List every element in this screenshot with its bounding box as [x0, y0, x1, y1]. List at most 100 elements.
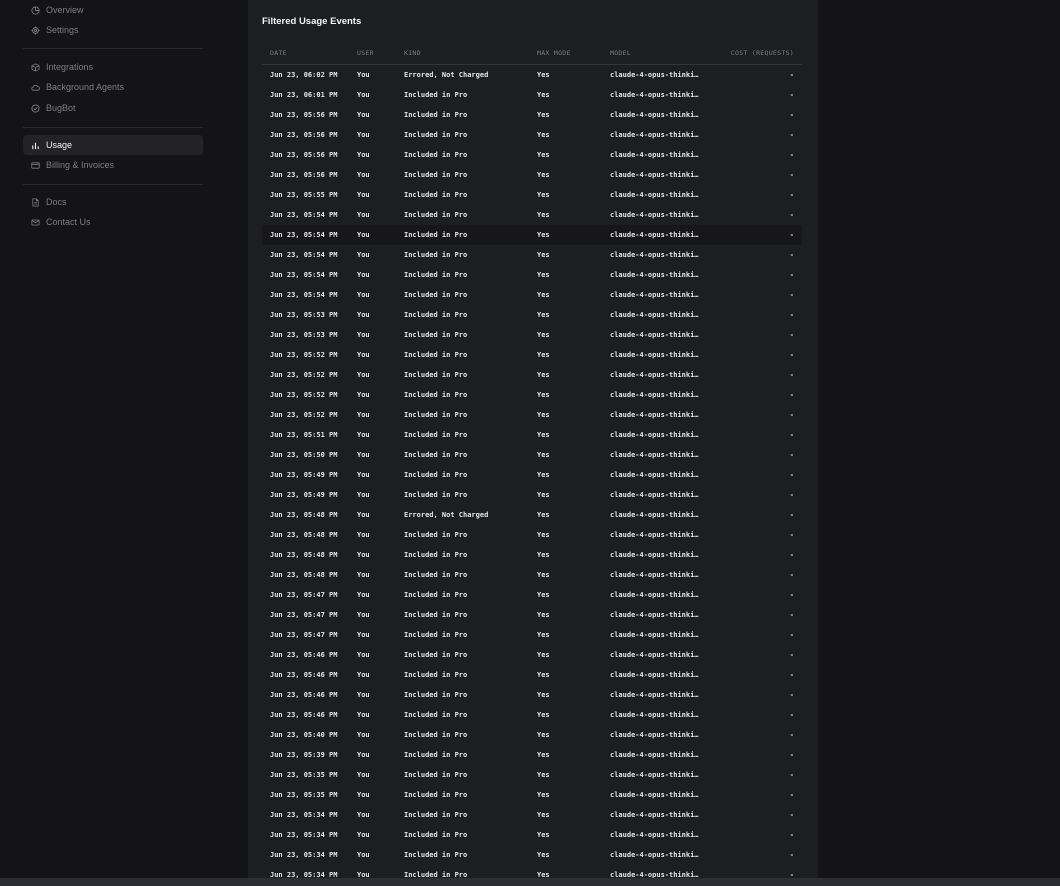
table-row[interactable]: Jun 23, 05:56 PM You Included in Pro Yes cla… — [262, 125, 802, 145]
table-row[interactable]: Jun 23, 05:46 PM You Included in Pro Yes cla… — [262, 665, 802, 685]
table-row[interactable]: Jun 23, 05:54 PM You Included in Pro Yes cla… — [262, 225, 802, 245]
table-row[interactable]: Jun 23, 05:35 PM You Included in Pro Yes cla… — [262, 785, 802, 805]
table-row[interactable]: Jun 23, 05:47 PM You Included in Pro Yes cla… — [262, 625, 802, 645]
table-row[interactable]: Jun 23, 05:48 PM You Errored, Not Charged Y… — [262, 505, 802, 525]
cell-user: You — [357, 271, 370, 279]
cell-cost: - — [789, 591, 794, 599]
table-row[interactable]: Jun 23, 05:50 PM You Included in Pro Yes cla… — [262, 445, 802, 465]
table-row[interactable]: Jun 23, 05:53 PM You Included in Pro Yes cla… — [262, 305, 802, 325]
table-row[interactable]: Jun 23, 05:40 PM You Included in Pro Yes cla… — [262, 725, 802, 745]
table-row[interactable]: Jun 23, 06:01 PM You Included in Pro Yes cla… — [262, 85, 802, 105]
table-row[interactable]: Jun 23, 05:34 PM You Included in Pro Yes cla… — [262, 825, 802, 845]
cell-max: Yes — [537, 611, 550, 619]
column-header-user[interactable]: USER — [357, 49, 374, 57]
cell-kind: Included in Pro — [404, 91, 468, 99]
cell-user: You — [357, 771, 370, 779]
cell-user: You — [357, 311, 370, 319]
cell-kind: Included in Pro — [404, 751, 468, 759]
table-row[interactable]: Jun 23, 05:49 PM You Included in Pro Yes cla… — [262, 465, 802, 485]
cell-model: claude-4-opus-thinking — [610, 91, 702, 99]
sidebar-item-integrations[interactable]: Integrations — [23, 57, 203, 77]
cell-date: Jun 23, 05:48 PM — [270, 551, 338, 559]
table-row[interactable]: Jun 23, 05:52 PM You Included in Pro Yes cla… — [262, 365, 802, 385]
sidebar-item-label: Docs — [46, 197, 67, 207]
sidebar-item-label: Integrations — [46, 62, 94, 72]
cell-kind: Included in Pro — [404, 351, 468, 359]
cell-cost: - — [789, 131, 794, 139]
table-row[interactable]: Jun 23, 05:49 PM You Included in Pro Yes cla… — [262, 485, 802, 505]
table-row[interactable]: Jun 23, 05:39 PM You Included in Pro Yes cla… — [262, 745, 802, 765]
sidebar-item-billing[interactable]: Billing & Invoices — [23, 155, 203, 175]
table-row[interactable]: Jun 23, 05:34 PM You Included in Pro Yes cla… — [262, 865, 802, 878]
table-row[interactable]: Jun 23, 05:55 PM You Included in Pro Yes cla… — [262, 185, 802, 205]
cell-kind: Included in Pro — [404, 531, 468, 539]
sidebar-item-usage[interactable]: Usage — [23, 135, 203, 155]
cell-cost: - — [789, 651, 794, 659]
cell-max: Yes — [537, 791, 550, 799]
sidebar-item-docs[interactable]: Docs — [23, 192, 203, 212]
cell-kind: Included in Pro — [404, 131, 468, 139]
cell-cost: - — [789, 531, 794, 539]
cell-kind: Included in Pro — [404, 591, 468, 599]
table-row[interactable]: Jun 23, 05:56 PM You Included in Pro Yes cla… — [262, 105, 802, 125]
table-row[interactable]: Jun 23, 05:56 PM You Included in Pro Yes cla… — [262, 165, 802, 185]
cell-kind: Included in Pro — [404, 311, 468, 319]
sidebar-item-label: Contact Us — [46, 217, 91, 227]
table-row[interactable]: Jun 23, 05:46 PM You Included in Pro Yes cla… — [262, 645, 802, 665]
table-row[interactable]: Jun 23, 05:56 PM You Included in Pro Yes cla… — [262, 145, 802, 165]
cell-user: You — [357, 171, 370, 179]
table-row[interactable]: Jun 23, 05:48 PM You Included in Pro Yes cla… — [262, 525, 802, 545]
cell-cost: - — [789, 251, 794, 259]
table-row[interactable]: Jun 23, 05:46 PM You Included in Pro Yes cla… — [262, 685, 802, 705]
cell-kind: Included in Pro — [404, 611, 468, 619]
cell-max: Yes — [537, 431, 550, 439]
sidebar-item-bugbot[interactable]: BugBot — [23, 98, 203, 118]
table-row[interactable]: Jun 23, 05:54 PM You Included in Pro Yes cla… — [262, 205, 802, 225]
cell-model: claude-4-opus-thinking — [610, 591, 702, 599]
table-header: DATE USER KIND MAX MODE MODEL COST (REQU… — [262, 44, 802, 65]
cell-date: Jun 23, 06:02 PM — [270, 71, 338, 79]
cell-date: Jun 23, 05:52 PM — [270, 411, 338, 419]
table-row[interactable]: Jun 23, 05:54 PM You Included in Pro Yes cla… — [262, 265, 802, 285]
cell-max: Yes — [537, 591, 550, 599]
column-header-cost[interactable]: COST (REQUESTS) — [731, 49, 794, 57]
cell-date: Jun 23, 05:34 PM — [270, 851, 338, 859]
cell-kind: Errored, Not Charged — [404, 71, 489, 79]
sidebar-item-overview[interactable]: Overview — [23, 0, 203, 20]
cell-max: Yes — [537, 811, 550, 819]
cell-date: Jun 23, 05:34 PM — [270, 831, 338, 839]
column-header-max-mode[interactable]: MAX MODE — [537, 49, 571, 57]
table-row[interactable]: Jun 23, 05:47 PM You Included in Pro Yes cla… — [262, 605, 802, 625]
cell-date: Jun 23, 05:50 PM — [270, 451, 338, 459]
cell-user: You — [357, 731, 370, 739]
table-row[interactable]: Jun 23, 05:48 PM You Included in Pro Yes cla… — [262, 545, 802, 565]
table-row[interactable]: Jun 23, 05:47 PM You Included in Pro Yes cla… — [262, 585, 802, 605]
sidebar-item-settings[interactable]: Settings — [23, 20, 203, 40]
table-body: Jun 23, 06:02 PM You Errored, Not Charged Y… — [262, 65, 802, 878]
column-header-kind[interactable]: KIND — [404, 49, 421, 57]
table-row[interactable]: Jun 23, 05:51 PM You Included in Pro Yes cla… — [262, 425, 802, 445]
sidebar-item-background-agents[interactable]: Background Agents — [23, 77, 203, 97]
sidebar-divider — [23, 48, 203, 49]
table-row[interactable]: Jun 23, 05:34 PM You Included in Pro Yes cla… — [262, 805, 802, 825]
table-row[interactable]: Jun 23, 05:54 PM You Included in Pro Yes cla… — [262, 245, 802, 265]
cell-cost: - — [789, 171, 794, 179]
table-row[interactable]: Jun 23, 05:34 PM You Included in Pro Yes cla… — [262, 845, 802, 865]
cell-date: Jun 23, 05:52 PM — [270, 351, 338, 359]
cell-date: Jun 23, 06:01 PM — [270, 91, 338, 99]
table-row[interactable]: Jun 23, 05:52 PM You Included in Pro Yes cla… — [262, 405, 802, 425]
table-row[interactable]: Jun 23, 05:54 PM You Included in Pro Yes cla… — [262, 285, 802, 305]
table-row[interactable]: Jun 23, 05:46 PM You Included in Pro Yes cla… — [262, 705, 802, 725]
column-header-model[interactable]: MODEL — [610, 49, 702, 57]
table-row[interactable]: Jun 23, 05:53 PM You Included in Pro Yes cla… — [262, 325, 802, 345]
table-row[interactable]: Jun 23, 05:52 PM You Included in Pro Yes cla… — [262, 385, 802, 405]
cell-max: Yes — [537, 751, 550, 759]
sidebar-item-contact[interactable]: Contact Us — [23, 212, 203, 232]
bottom-scrollbar[interactable] — [0, 878, 1060, 886]
table-row[interactable]: Jun 23, 05:52 PM You Included in Pro Yes cla… — [262, 345, 802, 365]
column-header-date[interactable]: DATE — [270, 49, 287, 57]
table-row[interactable]: Jun 23, 06:02 PM You Errored, Not Charged Y… — [262, 65, 802, 85]
sidebar-item-label: BugBot — [46, 103, 76, 113]
table-row[interactable]: Jun 23, 05:48 PM You Included in Pro Yes cla… — [262, 565, 802, 585]
table-row[interactable]: Jun 23, 05:35 PM You Included in Pro Yes cla… — [262, 765, 802, 785]
